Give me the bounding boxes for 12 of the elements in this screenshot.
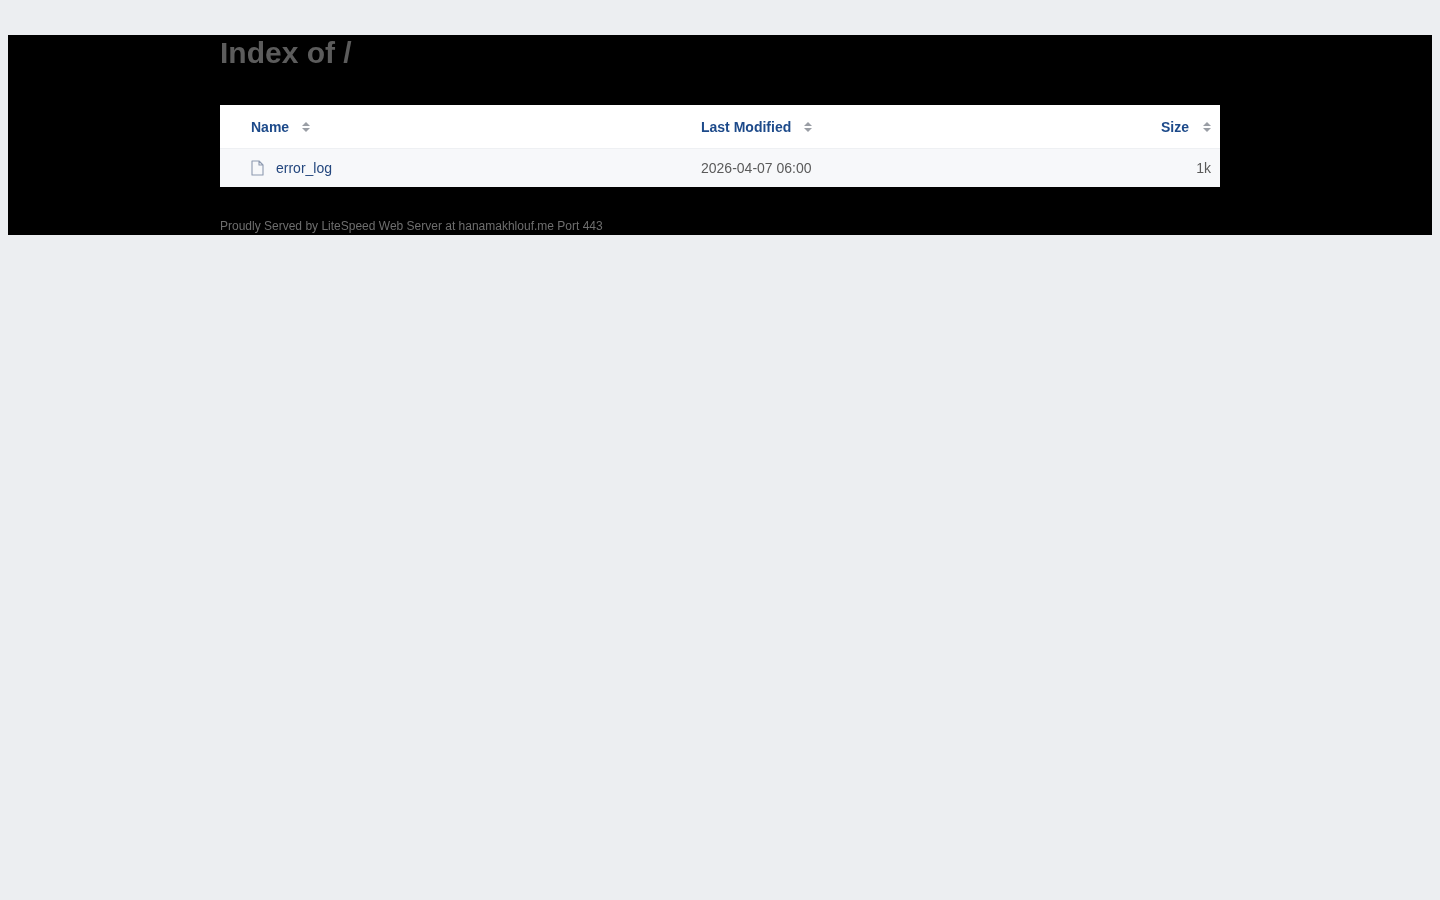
sort-icon <box>1203 121 1211 132</box>
modified-date: 2026-04-07 06:00 <box>701 160 812 176</box>
sort-icon <box>302 121 311 132</box>
column-header-link[interactable]: Last Modified <box>701 117 792 136</box>
page-title: Index of / <box>220 35 352 71</box>
file-icon <box>251 160 264 176</box>
sort-icon <box>804 121 813 132</box>
file-size: 1k <box>1196 160 1211 176</box>
footer-text: Proudly Served by LiteSpeed Web Server at hanamakhlouf.me Port 443 <box>220 218 603 234</box>
column-header-link[interactable]: Name <box>251 117 290 136</box>
column-header-link[interactable]: Size <box>1161 117 1189 136</box>
file-link[interactable]: error_log <box>276 159 333 177</box>
